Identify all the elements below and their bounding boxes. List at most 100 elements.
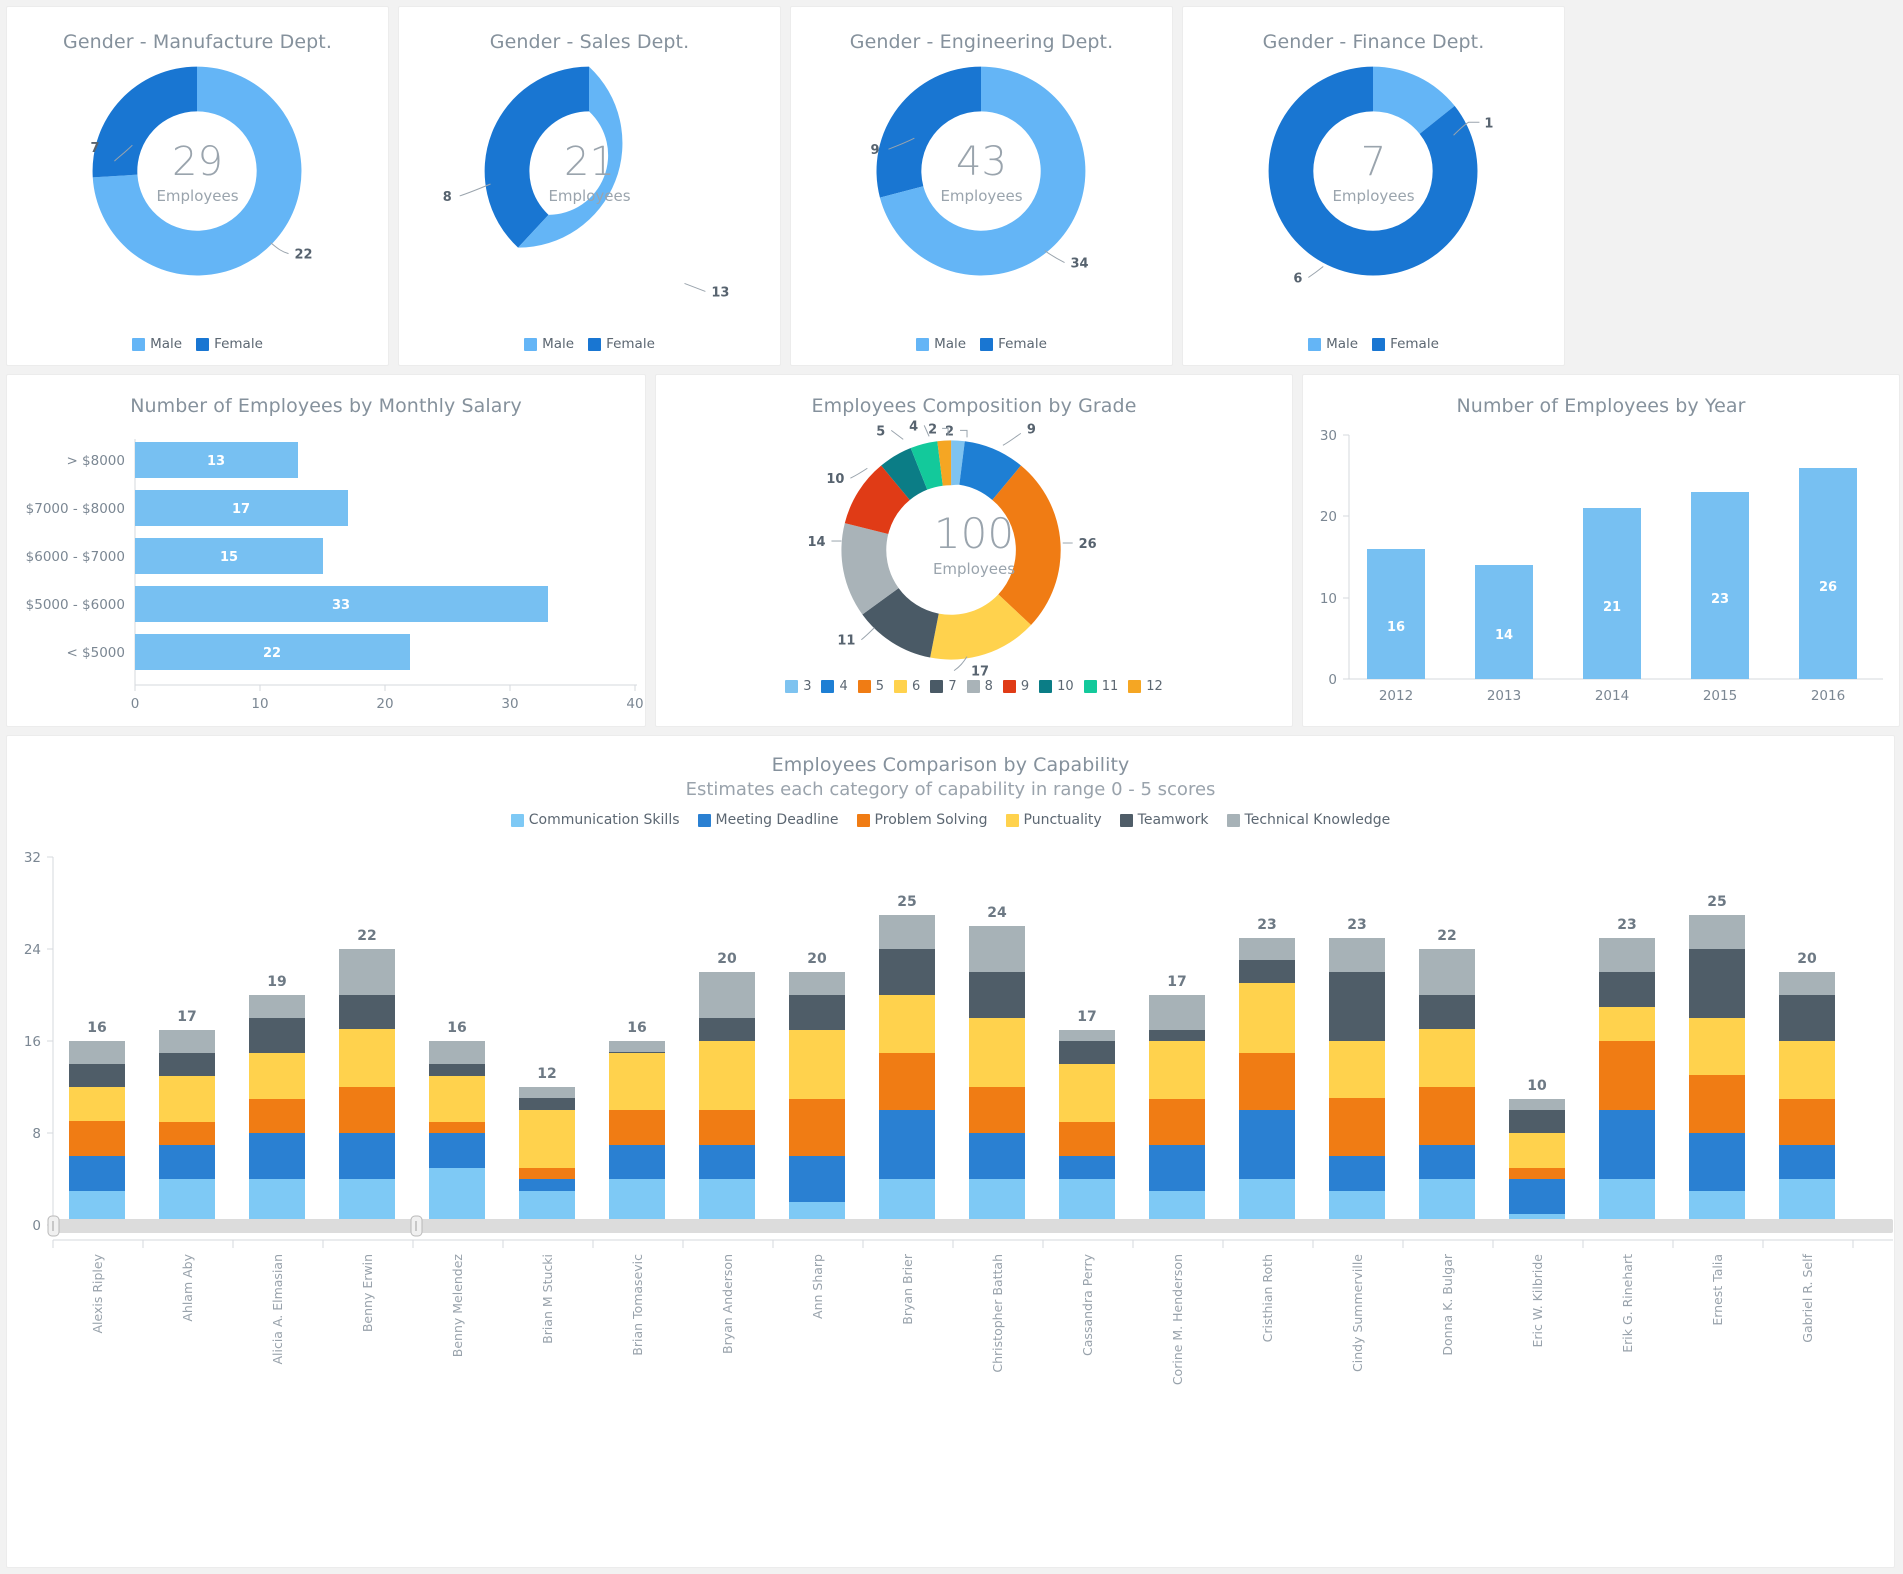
stack-seg-technical[interactable] (699, 972, 755, 1018)
legend-item-problem-solving[interactable]: Problem Solving (856, 812, 988, 828)
legend-item-grade-12[interactable]: 12 (1128, 679, 1163, 694)
stack-seg-technical[interactable] (249, 995, 305, 1018)
year-bar[interactable] (1583, 508, 1641, 679)
stack-seg-punctuality[interactable] (1689, 1018, 1745, 1075)
stack-seg-meeting[interactable] (1599, 1110, 1655, 1179)
year-bar[interactable] (1799, 468, 1857, 679)
stack-seg-teamwork[interactable] (69, 1064, 125, 1087)
stack-seg-communication[interactable] (1059, 1179, 1115, 1225)
stack-seg-punctuality[interactable] (1149, 1041, 1205, 1099)
stack-seg-communication[interactable] (339, 1179, 395, 1225)
stack-seg-communication[interactable] (159, 1179, 215, 1225)
stack-seg-problem[interactable] (789, 1099, 845, 1156)
stack-seg-teamwork[interactable] (429, 1064, 485, 1076)
stack-seg-teamwork[interactable] (1599, 972, 1655, 1007)
stack-seg-teamwork[interactable] (789, 995, 845, 1030)
capability-bar-group[interactable]: 23 (1329, 917, 1385, 1225)
capability-bar-group[interactable]: 25 (879, 894, 935, 1225)
capability-bar-group[interactable]: 19 (249, 974, 305, 1225)
stack-seg-problem[interactable] (69, 1121, 125, 1156)
legend-item-grade-5[interactable]: 5 (857, 679, 884, 694)
capability-bar-group[interactable]: 16 (429, 1020, 485, 1225)
stack-seg-problem[interactable] (1239, 1053, 1295, 1110)
stack-seg-punctuality[interactable] (519, 1110, 575, 1168)
scrollbar-track[interactable] (53, 1219, 1893, 1233)
stack-seg-problem[interactable] (1059, 1122, 1115, 1156)
stack-seg-communication[interactable] (609, 1179, 665, 1225)
stack-seg-teamwork[interactable] (1689, 949, 1745, 1018)
stack-seg-punctuality[interactable] (789, 1030, 845, 1099)
stack-seg-punctuality[interactable] (1059, 1064, 1115, 1122)
stack-seg-problem[interactable] (249, 1099, 305, 1133)
stack-seg-problem[interactable] (699, 1110, 755, 1145)
legend-item-grade-8[interactable]: 8 (966, 679, 993, 694)
stack-seg-problem[interactable] (879, 1053, 935, 1110)
horizontal-scrollbar[interactable] (47, 1215, 1893, 1237)
year-bar[interactable] (1691, 492, 1749, 679)
stack-seg-meeting[interactable] (879, 1110, 935, 1179)
stack-seg-problem[interactable] (1509, 1168, 1565, 1179)
stack-seg-teamwork[interactable] (1149, 1030, 1205, 1041)
stack-seg-punctuality[interactable] (159, 1076, 215, 1122)
stack-seg-teamwork[interactable] (1239, 960, 1295, 983)
stack-seg-teamwork[interactable] (969, 972, 1025, 1018)
stack-seg-problem[interactable] (159, 1122, 215, 1145)
legend-item-female[interactable]: Female (588, 336, 655, 352)
stack-seg-communication[interactable] (429, 1168, 485, 1225)
capability-bar-group[interactable]: 24 (969, 905, 1025, 1225)
stack-seg-meeting[interactable] (69, 1156, 125, 1191)
stack-seg-technical[interactable] (609, 1041, 665, 1052)
stack-seg-communication[interactable] (699, 1179, 755, 1225)
stack-seg-technical[interactable] (1149, 995, 1205, 1030)
stack-seg-teamwork[interactable] (159, 1053, 215, 1076)
stack-seg-teamwork[interactable] (1329, 972, 1385, 1041)
legend-item-grade-7[interactable]: 7 (930, 679, 957, 694)
stack-seg-communication[interactable] (1239, 1179, 1295, 1225)
stack-seg-technical[interactable] (789, 972, 845, 995)
year-bar[interactable] (1475, 565, 1533, 679)
stack-seg-problem[interactable] (519, 1168, 575, 1179)
capability-bar-group[interactable]: 10 (1509, 1078, 1565, 1225)
legend-item-grade-6[interactable]: 6 (894, 679, 920, 694)
capability-bar-group[interactable]: 12 (519, 1066, 575, 1225)
stack-seg-technical[interactable] (519, 1087, 575, 1098)
stack-seg-technical[interactable] (69, 1041, 125, 1064)
legend-item-grade-11[interactable]: 11 (1083, 679, 1118, 694)
legend-item-grade-9[interactable]: 9 (1002, 679, 1029, 694)
stack-seg-punctuality[interactable] (969, 1018, 1025, 1087)
stack-seg-teamwork[interactable] (1509, 1110, 1565, 1133)
capability-bar-group[interactable]: 22 (1419, 928, 1475, 1225)
stack-seg-meeting[interactable] (789, 1156, 845, 1202)
legend-item-male[interactable]: Male (524, 336, 574, 352)
stack-seg-meeting[interactable] (609, 1145, 665, 1179)
legend-item-male[interactable]: Male (1308, 336, 1358, 352)
capability-bar-group[interactable]: 17 (1149, 974, 1205, 1225)
stack-seg-problem[interactable] (609, 1110, 665, 1145)
stack-seg-technical[interactable] (1329, 938, 1385, 972)
stack-seg-technical[interactable] (1779, 972, 1835, 995)
stack-seg-problem[interactable] (1329, 1098, 1385, 1156)
stack-seg-meeting[interactable] (429, 1133, 485, 1168)
capability-bar-group[interactable]: 23 (1599, 917, 1655, 1225)
stack-seg-problem[interactable] (1599, 1041, 1655, 1110)
stack-seg-communication[interactable] (249, 1179, 305, 1225)
stack-seg-problem[interactable] (429, 1122, 485, 1133)
capability-bar-group[interactable]: 16 (69, 1020, 125, 1225)
stack-seg-problem[interactable] (1149, 1099, 1205, 1145)
stack-seg-problem[interactable] (1779, 1099, 1835, 1145)
legend-item-male[interactable]: Male (132, 336, 182, 352)
stack-seg-technical[interactable] (1239, 938, 1295, 960)
stack-seg-meeting[interactable] (1509, 1179, 1565, 1214)
capability-bar-group[interactable]: 20 (789, 951, 845, 1225)
stack-seg-technical[interactable] (1599, 938, 1655, 972)
stack-seg-problem[interactable] (339, 1087, 395, 1133)
stack-seg-technical[interactable] (1059, 1030, 1115, 1041)
capability-bar-group[interactable]: 16 (609, 1020, 665, 1225)
legend-item-meeting-deadline[interactable]: Meeting Deadline (697, 812, 839, 828)
stack-seg-meeting[interactable] (969, 1133, 1025, 1179)
stack-seg-communication[interactable] (1779, 1179, 1835, 1225)
stack-seg-meeting[interactable] (1329, 1156, 1385, 1191)
stack-seg-meeting[interactable] (1149, 1145, 1205, 1191)
stack-seg-technical[interactable] (1419, 949, 1475, 995)
stack-seg-technical[interactable] (1509, 1099, 1565, 1110)
